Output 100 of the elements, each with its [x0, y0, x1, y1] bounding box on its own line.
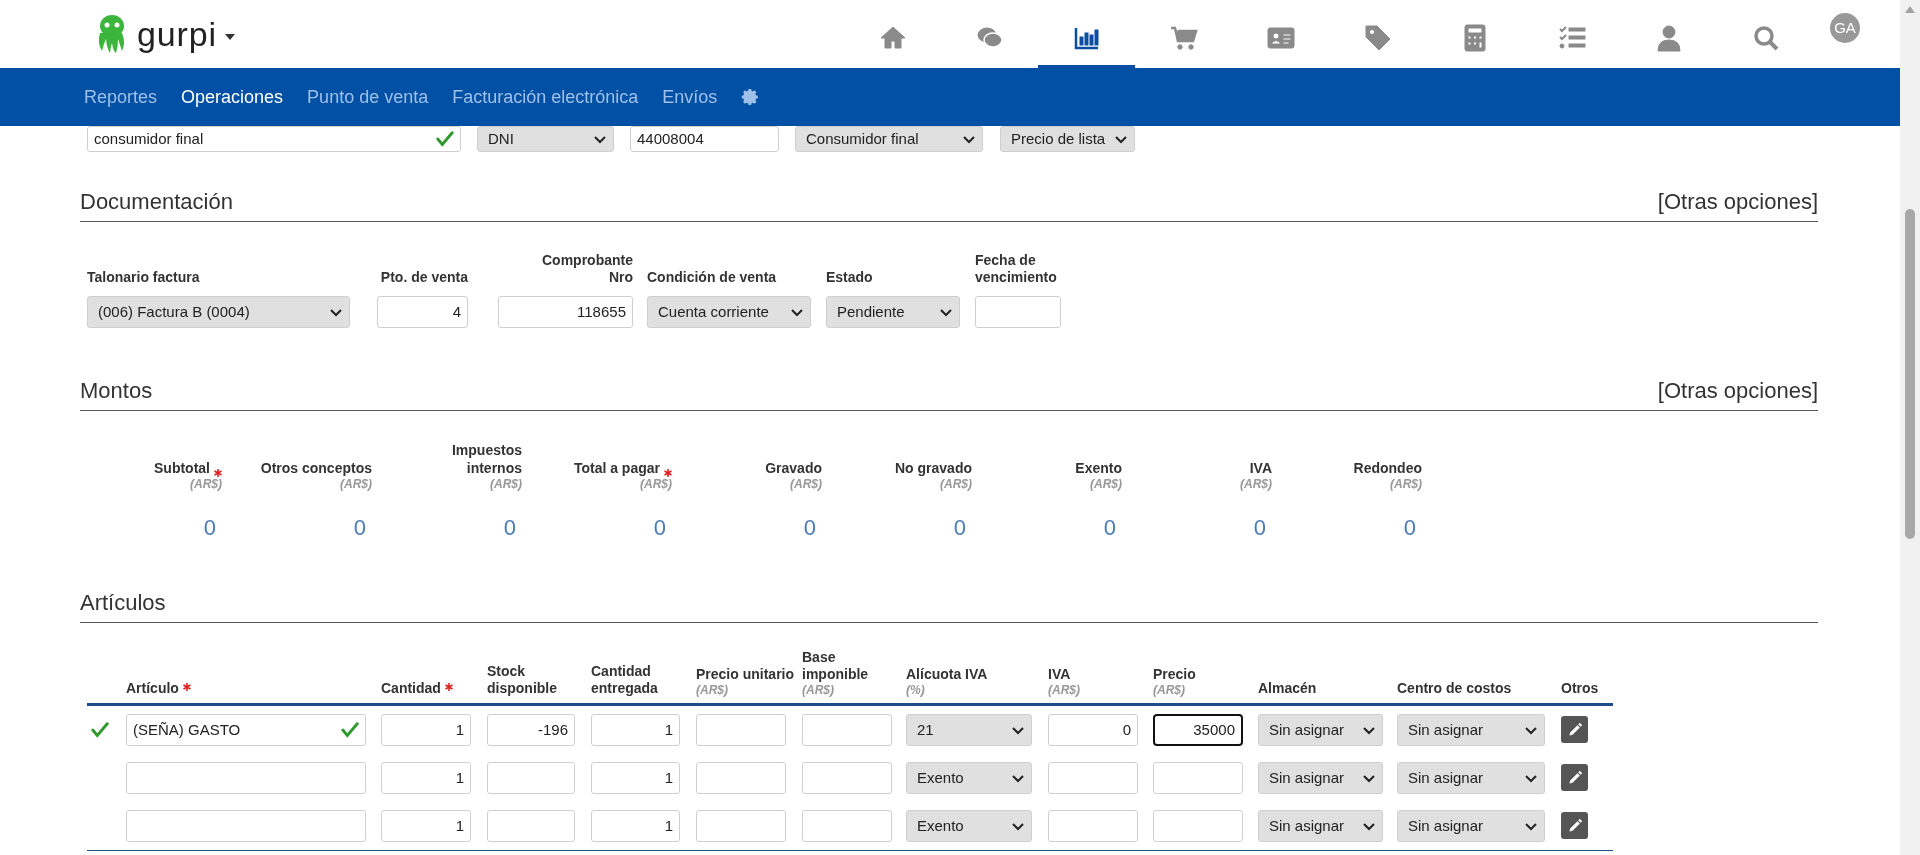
- input-field[interactable]: [126, 762, 366, 794]
- input-field[interactable]: [1048, 762, 1138, 794]
- nav-link[interactable]: Operaciones: [181, 83, 284, 111]
- chevron-icon[interactable]: [593, 133, 607, 145]
- unit-label: (AR$): [790, 477, 822, 491]
- amount-value: 0: [503, 514, 516, 542]
- nav-link[interactable]: Envíos: [662, 83, 718, 111]
- home-icon[interactable]: [878, 24, 907, 52]
- input-field[interactable]: [1048, 810, 1138, 842]
- check-icon: [341, 721, 359, 739]
- options-link[interactable]: [Otras opciones]: [1657, 185, 1818, 218]
- cart-icon[interactable]: [1169, 24, 1198, 52]
- scroll-up-icon[interactable]: [1905, 6, 1915, 13]
- input-field[interactable]: (SEÑA) GASTO: [126, 714, 366, 746]
- dropdown[interactable]: Pendiente: [826, 296, 960, 328]
- dropdown[interactable]: Consumidor final: [795, 126, 983, 152]
- input-field[interactable]: [1153, 762, 1243, 794]
- input-field[interactable]: [802, 714, 892, 746]
- tag-icon[interactable]: [1363, 24, 1392, 52]
- pencil-icon[interactable]: [1566, 769, 1583, 786]
- input-field[interactable]: [696, 762, 786, 794]
- pencil-icon[interactable]: [1566, 817, 1583, 834]
- input-field[interactable]: 118655: [498, 296, 633, 328]
- app-name[interactable]: gurpi: [137, 8, 217, 60]
- field-label: Impuestos internos: [451, 441, 522, 477]
- amount-value: 0: [1103, 514, 1116, 542]
- input-field[interactable]: 1: [381, 762, 471, 794]
- required-icon: [182, 683, 191, 691]
- chevron-icon[interactable]: [1524, 724, 1538, 736]
- chevron-icon[interactable]: [1011, 724, 1025, 736]
- input-field[interactable]: [696, 810, 786, 842]
- edit-button[interactable]: [1561, 764, 1588, 791]
- dropdown[interactable]: DNI: [477, 126, 614, 152]
- column-header: Centro de costos: [1397, 680, 1512, 697]
- dropdown[interactable]: Cuenta corriente: [647, 296, 811, 328]
- input-field[interactable]: [487, 762, 575, 794]
- chevron-icon[interactable]: [1524, 772, 1538, 784]
- dropdown[interactable]: Sin asignar: [1397, 714, 1545, 746]
- chevron-icon[interactable]: [1524, 820, 1538, 832]
- chevron-icon[interactable]: [329, 306, 343, 318]
- input-field[interactable]: [1153, 810, 1243, 842]
- edit-button[interactable]: [1561, 812, 1588, 839]
- input-field[interactable]: [975, 296, 1061, 328]
- dropdown[interactable]: Sin asignar: [1258, 810, 1383, 842]
- nav-link[interactable]: Reportes: [84, 83, 158, 111]
- id-card-icon[interactable]: [1266, 24, 1295, 52]
- pencil-icon[interactable]: [1566, 721, 1583, 738]
- column-header: Almacén: [1258, 680, 1317, 697]
- input-field[interactable]: [126, 810, 366, 842]
- dropdown[interactable]: Sin asignar: [1258, 714, 1383, 746]
- input-field[interactable]: 35000: [1153, 714, 1243, 746]
- field-label: Condición de venta: [647, 269, 777, 286]
- input-field[interactable]: 44008004: [630, 126, 779, 152]
- chevron-icon[interactable]: [1114, 133, 1128, 145]
- chevron-icon[interactable]: [962, 133, 976, 145]
- settings-icon[interactable]: [741, 88, 760, 106]
- chevron-icon[interactable]: [1362, 724, 1376, 736]
- chevron-icon[interactable]: [939, 306, 953, 318]
- user-icon[interactable]: [1654, 24, 1683, 52]
- chevron-icon[interactable]: [790, 306, 804, 318]
- dropdown[interactable]: Sin asignar: [1397, 762, 1545, 794]
- nav-link[interactable]: Punto de venta: [307, 83, 429, 111]
- edit-button[interactable]: [1561, 716, 1588, 743]
- dropdown[interactable]: (006) Factura B (0004): [87, 296, 350, 328]
- chevron-icon[interactable]: [1362, 772, 1376, 784]
- input-field[interactable]: [487, 810, 575, 842]
- column-header: Precio unitario: [696, 666, 795, 683]
- chevron-icon[interactable]: [1011, 820, 1025, 832]
- column-header: IVA: [1048, 666, 1071, 683]
- chevron-icon[interactable]: [1362, 820, 1376, 832]
- input-field[interactable]: 1: [591, 762, 680, 794]
- dropdown[interactable]: Sin asignar: [1397, 810, 1545, 842]
- options-link[interactable]: [Otras opciones]: [1657, 374, 1818, 407]
- input-field[interactable]: [802, 762, 892, 794]
- input-field[interactable]: [802, 810, 892, 842]
- scrollbar[interactable]: [1900, 0, 1920, 855]
- input-field[interactable]: 4: [377, 296, 468, 328]
- dropdown[interactable]: Sin asignar: [1258, 762, 1383, 794]
- checklist-icon[interactable]: [1557, 24, 1586, 52]
- dropdown[interactable]: Precio de lista: [1000, 126, 1135, 152]
- dropdown[interactable]: 21: [906, 714, 1032, 746]
- input-field[interactable]: 1: [591, 714, 680, 746]
- dropdown[interactable]: Exento: [906, 810, 1032, 842]
- amount-value: 0: [953, 514, 966, 542]
- input-field[interactable]: 1: [591, 810, 680, 842]
- input-field[interactable]: consumidor final: [87, 126, 461, 152]
- input-field[interactable]: 0: [1048, 714, 1138, 746]
- caret-icon[interactable]: [224, 34, 235, 40]
- field-label: No gravado: [895, 459, 972, 477]
- input-field[interactable]: [696, 714, 786, 746]
- nav-link[interactable]: Facturación electrónica: [452, 83, 639, 111]
- chevron-icon[interactable]: [1011, 772, 1025, 784]
- input-field[interactable]: -196: [487, 714, 575, 746]
- field-label: Pto. de venta: [380, 269, 468, 286]
- input-field[interactable]: 1: [381, 810, 471, 842]
- search-icon[interactable]: [1751, 24, 1780, 52]
- scroll-thumb[interactable]: [1905, 209, 1915, 539]
- input-field[interactable]: 1: [381, 714, 471, 746]
- dropdown[interactable]: Exento: [906, 762, 1032, 794]
- field-label: Gravado: [765, 459, 822, 477]
